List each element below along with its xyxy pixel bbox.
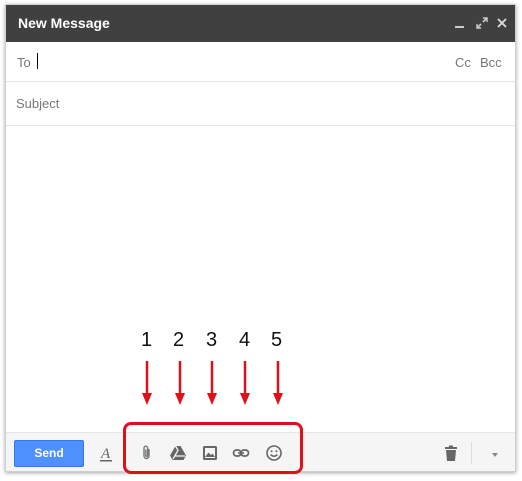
text-cursor xyxy=(37,53,38,69)
annotation-arrow-5 xyxy=(273,361,283,405)
subject-row xyxy=(6,82,515,126)
annotation-highlight-box xyxy=(123,422,303,474)
formatting-icon[interactable]: A xyxy=(97,444,115,462)
expand-icon[interactable] xyxy=(474,15,490,31)
annotation-number-5: 5 xyxy=(271,329,283,351)
compose-titlebar[interactable]: New Message xyxy=(6,5,515,42)
annotation-arrow-2 xyxy=(175,361,185,405)
more-options-icon[interactable] xyxy=(486,446,504,464)
send-button[interactable]: Send xyxy=(14,440,84,467)
annotation-number-3: 3 xyxy=(206,329,218,351)
cc-link[interactable]: Cc xyxy=(455,55,471,70)
message-body[interactable] xyxy=(6,126,515,432)
close-icon[interactable] xyxy=(494,15,510,31)
toolbar-divider xyxy=(471,442,472,464)
minimize-icon[interactable] xyxy=(452,15,468,31)
compose-window: New Message To Cc Bcc Send A xyxy=(5,4,516,472)
annotation-number-4: 4 xyxy=(239,329,251,351)
annotation-arrow-3 xyxy=(207,361,217,405)
annotation-arrow-4 xyxy=(240,361,250,405)
compose-title: New Message xyxy=(18,15,110,31)
trash-icon[interactable] xyxy=(442,444,460,462)
annotation-number-2: 2 xyxy=(173,329,185,351)
annotation-number-1: 1 xyxy=(141,329,153,351)
annotation-arrow-1 xyxy=(142,361,152,405)
to-label: To xyxy=(17,55,31,70)
to-field[interactable]: To Cc Bcc xyxy=(6,42,515,82)
bcc-link[interactable]: Bcc xyxy=(480,55,502,70)
subject-input[interactable] xyxy=(16,92,496,114)
svg-text:A: A xyxy=(100,446,111,462)
